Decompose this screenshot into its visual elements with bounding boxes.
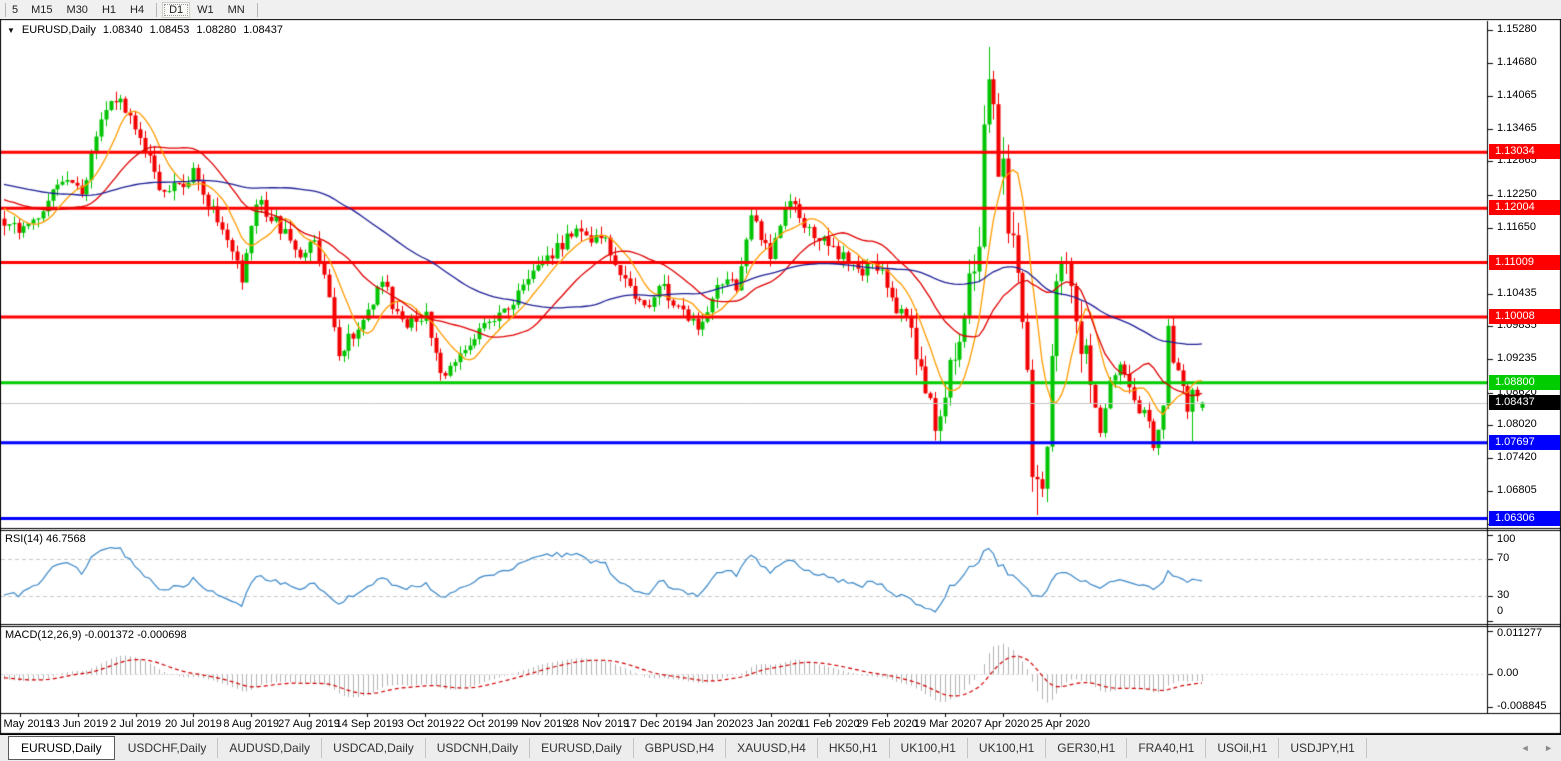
level-price-badge[interactable]: 1.10008 xyxy=(1489,309,1560,324)
macd-label: MACD(12,26,9) -0.001372 -0.000698 xyxy=(5,629,187,641)
tab-audusd-daily[interactable]: AUDUSD,Daily xyxy=(218,738,323,758)
level-price-badge[interactable]: 1.07697 xyxy=(1489,434,1560,450)
chart-window: ▼ EURUSD,Daily 1.08340 1.08453 1.08280 1… xyxy=(0,19,1561,735)
tab-eurusd-daily[interactable]: EURUSD,Daily xyxy=(530,738,634,758)
tab-usdcad-daily[interactable]: USDCAD,Daily xyxy=(322,738,426,758)
price-axis-tick: 1.12250 xyxy=(1497,187,1537,200)
price-axis-tick: 1.07420 xyxy=(1497,450,1537,463)
tab-usdchf-daily[interactable]: USDCHF,Daily xyxy=(117,738,219,758)
bar-low-value: 1.08280 xyxy=(196,24,237,36)
rsi-axis-tick: 0 xyxy=(1497,605,1504,617)
timeframe-button-mn[interactable]: MN xyxy=(221,3,252,17)
price-chart-canvas[interactable] xyxy=(0,19,1561,735)
macd-axis-tick: 0.011277 xyxy=(1497,627,1543,639)
timeframe-button-h4[interactable]: H4 xyxy=(123,3,151,17)
level-price-badge[interactable]: 1.12004 xyxy=(1489,200,1560,216)
tab-usdjpy-h1[interactable]: USDJPY,H1 xyxy=(1279,738,1367,758)
timeframe-button-5[interactable]: 5 xyxy=(11,3,24,17)
mt4-window: 5 M15 M30 H1 H4 D1 W1 MN ▼ EURUSD,Daily 1.08340… xyxy=(0,0,1561,761)
price-axis-tick: 1.10435 xyxy=(1497,286,1537,299)
timeframe-button-m30[interactable]: M30 xyxy=(60,3,95,17)
tab-uk100-h1[interactable]: UK100,H1 xyxy=(968,738,1047,758)
level-price-badge[interactable]: 1.11009 xyxy=(1489,254,1560,270)
rsi-axis-tick: 100 xyxy=(1497,533,1516,545)
price-axis-tick: 1.09235 xyxy=(1497,352,1537,365)
bar-close-value: 1.08437 xyxy=(243,24,283,36)
rsi-label: RSI(14) 46.7568 xyxy=(5,533,86,545)
macd-axis-tick: -0.008845 xyxy=(1497,700,1547,712)
timeframe-button-d1[interactable]: D1 xyxy=(162,1,191,18)
timeframe-button-w1[interactable]: W1 xyxy=(190,3,221,17)
price-axis-tick: 1.15280 xyxy=(1497,23,1537,35)
tab-scroll-left-icon[interactable]: ◄ xyxy=(1521,743,1530,753)
rsi-axis-tick: 70 xyxy=(1497,551,1510,564)
tab-scroll-arrows: ◄ ► xyxy=(1509,743,1553,753)
bar-open-value: 1.08340 xyxy=(102,24,143,36)
price-axis-tick: 1.06805 xyxy=(1497,484,1537,497)
timeframe-button-m15[interactable]: M15 xyxy=(24,3,59,17)
chart-dropdown-icon[interactable]: ▼ xyxy=(7,26,15,35)
bar-high-value: 1.08453 xyxy=(149,24,190,36)
tab-scroll-right-icon[interactable]: ► xyxy=(1544,743,1553,753)
chart-tabs: EURUSD,Daily USDCHF,Daily AUDUSD,Daily USDC… xyxy=(0,735,1561,761)
chart-title[interactable]: ▼ EURUSD,Daily 1.08340 1.08453 1.08280 1… xyxy=(7,24,283,36)
tab-ger30-h1[interactable]: GER30,H1 xyxy=(1046,738,1128,758)
tab-hk50-h1[interactable]: HK50,H1 xyxy=(818,738,890,758)
level-price-badge[interactable]: 1.13034 xyxy=(1489,144,1560,160)
timeframe-button-h1[interactable]: H1 xyxy=(95,3,123,17)
price-axis-tick: 1.11650 xyxy=(1497,220,1536,233)
current-price-badge: 1.08437 xyxy=(1489,394,1560,410)
price-axis-tick: 1.13465 xyxy=(1497,121,1537,134)
rsi-axis-tick: 30 xyxy=(1497,589,1510,602)
tab-usdcnh-daily[interactable]: USDCNH,Daily xyxy=(426,738,531,758)
tab-fra40-h1[interactable]: FRA40,H1 xyxy=(1127,738,1207,758)
level-price-badge[interactable]: 1.06306 xyxy=(1489,510,1560,526)
tab-uk100-h1[interactable]: UK100,H1 xyxy=(890,738,968,758)
price-axis-tick: 1.14680 xyxy=(1497,55,1537,68)
level-price-badge[interactable]: 1.08800 xyxy=(1489,374,1560,390)
tab-gbpusd-h4[interactable]: GBPUSD,H4 xyxy=(634,738,727,758)
timeframe-toolbar: 5 M15 M30 H1 H4 D1 W1 MN xyxy=(0,0,1561,19)
toolbar-separator xyxy=(156,2,158,17)
macd-axis-tick: 0.00 xyxy=(1497,667,1519,679)
toolbar-separator xyxy=(5,2,6,17)
toolbar-separator xyxy=(256,2,258,17)
chart-symbol-label: EURUSD,Daily xyxy=(21,24,96,36)
price-axis-tick: 1.14065 xyxy=(1497,89,1537,102)
tab-xauusd-h4[interactable]: XAUUSD,H4 xyxy=(726,738,818,758)
tab-usoil-h1[interactable]: USOil,H1 xyxy=(1206,738,1280,758)
date-axis-label: 25 Apr 2020 xyxy=(1030,718,1091,730)
price-axis-tick: 1.08020 xyxy=(1497,418,1537,431)
tab-eurusd-daily[interactable]: EURUSD,Daily xyxy=(8,736,115,760)
